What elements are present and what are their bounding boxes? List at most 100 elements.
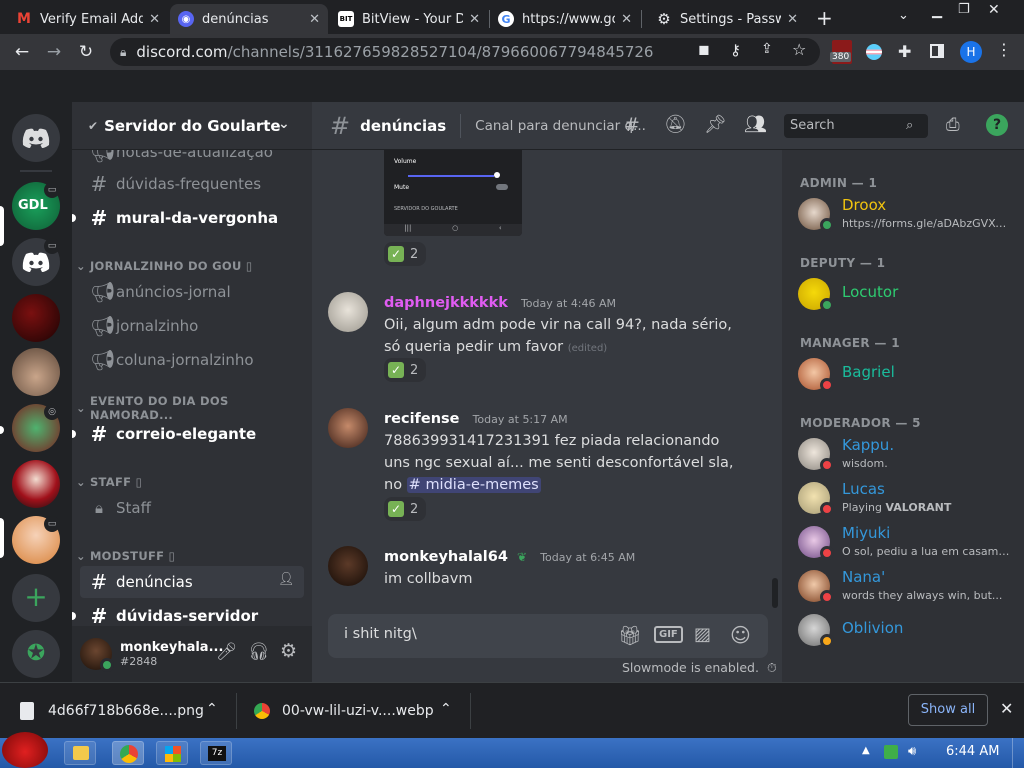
- key-icon[interactable]: ⚷: [730, 41, 741, 59]
- reaction-checkmark[interactable]: ✓ 2: [384, 358, 426, 382]
- download-item[interactable]: 4d66f718b668e....png ⌃: [20, 683, 230, 739]
- share-icon[interactable]: ⇪: [761, 41, 773, 57]
- tab-gmail[interactable]: M Verify Email Add ✕: [8, 4, 168, 34]
- message-author[interactable]: daphnejkkkkkk: [384, 295, 508, 311]
- show-desktop-button[interactable]: [1012, 738, 1024, 768]
- category-jornalzinho[interactable]: ⌄ JORNALZINHO DO GOU ▯: [76, 256, 253, 276]
- member-item[interactable]: Lucas Playing VALORANT: [798, 480, 1024, 522]
- message-author[interactable]: recifense: [384, 411, 459, 427]
- close-tab-icon[interactable]: ✕: [787, 12, 798, 27]
- tab-google[interactable]: G https://www.goo ✕: [490, 4, 640, 34]
- chat-scrollbar[interactable]: [772, 578, 778, 608]
- message-input[interactable]: i shit nitg\: [344, 626, 417, 642]
- member-item[interactable]: Oblivion: [798, 612, 1024, 654]
- pin-icon[interactable]: 📌︎: [704, 114, 727, 135]
- channel-staff[interactable]: 🔒︎ Staff: [80, 492, 304, 524]
- channel-topic[interactable]: Canal para denunciar q...: [475, 118, 646, 134]
- explore-servers-icon[interactable]: ✪: [12, 630, 60, 678]
- avatar[interactable]: [328, 292, 368, 332]
- avatar[interactable]: [328, 408, 368, 448]
- forward-arrow-icon[interactable]: →: [38, 42, 70, 62]
- tab-settings[interactable]: ⚙ Settings - Passw ✕: [648, 4, 806, 34]
- clock-time[interactable]: 6:44 AM: [946, 744, 999, 759]
- category-modstuff[interactable]: ⌄ MODSTUFF ▯: [76, 546, 175, 566]
- side-panel-icon[interactable]: [930, 44, 944, 58]
- tray-expand-icon[interactable]: ▲: [862, 745, 870, 756]
- category-staff[interactable]: ⌄ STAFF ▯: [76, 472, 142, 492]
- search-input[interactable]: Search ⌕: [784, 114, 928, 138]
- reaction-checkmark[interactable]: ✓ 2: [384, 497, 426, 521]
- tab-bitview[interactable]: BIT BitView - Your D ✕: [330, 4, 488, 34]
- member-item[interactable]: Nana' words they always win, but...: [798, 568, 1024, 610]
- close-tab-icon[interactable]: ✕: [149, 12, 160, 27]
- camera-blocked-icon[interactable]: ◼: [698, 42, 710, 58]
- network-tray-icon[interactable]: [884, 745, 898, 759]
- volume-tray-icon[interactable]: 🔊︎: [908, 744, 916, 759]
- message-composer[interactable]: i shit nitg\ 🎁︎ GIF ▨ ☺: [328, 614, 768, 658]
- reload-icon[interactable]: ↻: [70, 42, 102, 62]
- browser-menu-icon[interactable]: ⋮: [996, 40, 1012, 59]
- member-list-icon[interactable]: 👥︎: [744, 114, 767, 135]
- headphones-icon[interactable]: 🎧︎: [248, 642, 270, 662]
- help-icon[interactable]: ?: [986, 114, 1008, 136]
- channel-mention[interactable]: # midia-e-memes: [406, 477, 541, 493]
- server-icon-anime[interactable]: [12, 460, 60, 508]
- gif-button[interactable]: GIF: [654, 626, 683, 643]
- channel-mural-da-vergonha[interactable]: # mural-da-vergonha: [72, 202, 304, 234]
- threads-icon[interactable]: #: [624, 114, 640, 136]
- inbox-icon[interactable]: ⎙: [946, 115, 960, 135]
- profile-avatar[interactable]: H: [960, 41, 982, 63]
- close-tab-icon[interactable]: ✕: [621, 12, 632, 27]
- chrome-taskbar-icon[interactable]: [112, 741, 144, 765]
- chevron-up-icon[interactable]: ⌃: [440, 701, 452, 717]
- back-arrow-icon[interactable]: ←: [6, 42, 38, 62]
- extensions-puzzle-icon[interactable]: ✚: [898, 42, 911, 61]
- tab-discord[interactable]: ◉ denúncias ✕: [170, 4, 328, 34]
- channel-coluna-jornalzinho[interactable]: 📢︎ coluna-jornalzinho: [80, 344, 304, 376]
- 7zip-taskbar-icon[interactable]: 7z: [200, 741, 232, 765]
- tab-search-chevron-icon[interactable]: ⌄: [898, 8, 909, 23]
- user-settings-gear-icon[interactable]: ⚙: [280, 640, 297, 662]
- address-bar[interactable]: 🔒︎ discord.com/channels/3116276598285271…: [110, 38, 820, 66]
- channel-correio-elegante[interactable]: # correio-elegante: [72, 418, 304, 450]
- gift-icon[interactable]: 🎁︎: [618, 624, 642, 647]
- sticker-icon[interactable]: ▨: [694, 624, 711, 645]
- avatar[interactable]: [80, 638, 114, 672]
- channel-notas[interactable]: 📢︎ notas-de-atualização: [80, 150, 304, 168]
- close-tab-icon[interactable]: ✕: [309, 12, 320, 27]
- discord-home-icon[interactable]: [12, 114, 60, 162]
- avatar[interactable]: [328, 546, 368, 586]
- message-author[interactable]: monkeyhalal64: [384, 549, 508, 565]
- server-icon-red[interactable]: [12, 294, 60, 342]
- member-item[interactable]: Kappu. wisdom.: [798, 436, 1024, 478]
- start-button[interactable]: [2, 732, 48, 768]
- add-server-icon[interactable]: +: [12, 574, 60, 622]
- image-attachment[interactable]: Volume Mute SERVIDOR DO GOULARTE ||| ○ ‹: [384, 150, 522, 236]
- download-item[interactable]: 00-vw-lil-uzi-v....webp ⌃: [254, 683, 464, 739]
- channel-duvidas-servidor[interactable]: # dúvidas-servidor: [72, 600, 304, 626]
- server-menu-chevron-icon[interactable]: ⌄: [278, 116, 290, 132]
- member-item[interactable]: Bagriel: [798, 356, 1024, 398]
- channel-denuncias[interactable]: # denúncias 👤︎: [80, 566, 304, 598]
- windows-taskbar-icon[interactable]: [156, 741, 188, 765]
- channel-jornalzinho[interactable]: 📢︎ jornalzinho: [80, 310, 304, 342]
- reaction-checkmark[interactable]: ✓ 2: [384, 242, 426, 266]
- extension-flag-icon[interactable]: [866, 44, 882, 60]
- server-header[interactable]: ✔ Servidor do Goularte ⌄: [72, 102, 312, 150]
- category-evento[interactable]: ⌄ EVENTO DO DIA DOS NAMORAD...: [76, 394, 312, 422]
- member-item[interactable]: Miyuki O sol, pediu a lua em casamen...: [798, 524, 1024, 566]
- chevron-up-icon[interactable]: ⌃: [206, 701, 218, 717]
- new-tab-icon[interactable]: +: [816, 6, 833, 30]
- minimize-window-icon[interactable]: ▁: [932, 4, 942, 19]
- explorer-taskbar-icon[interactable]: [64, 741, 96, 765]
- mute-bell-icon[interactable]: 🔕︎: [664, 114, 687, 135]
- extension-ublock-icon[interactable]: 380: [830, 40, 852, 64]
- member-item[interactable]: Locutor: [798, 276, 1024, 318]
- server-icon-photo[interactable]: [12, 348, 60, 396]
- microphone-icon[interactable]: 🎤︎: [216, 642, 238, 662]
- close-window-icon[interactable]: ✕: [988, 2, 1000, 18]
- close-download-bar-icon[interactable]: ✕: [1000, 699, 1013, 718]
- show-all-button[interactable]: Show all: [908, 694, 988, 726]
- channel-anuncios-jornal[interactable]: 📢︎ anúncios-jornal: [80, 276, 304, 308]
- restore-window-icon[interactable]: ❐: [958, 2, 970, 17]
